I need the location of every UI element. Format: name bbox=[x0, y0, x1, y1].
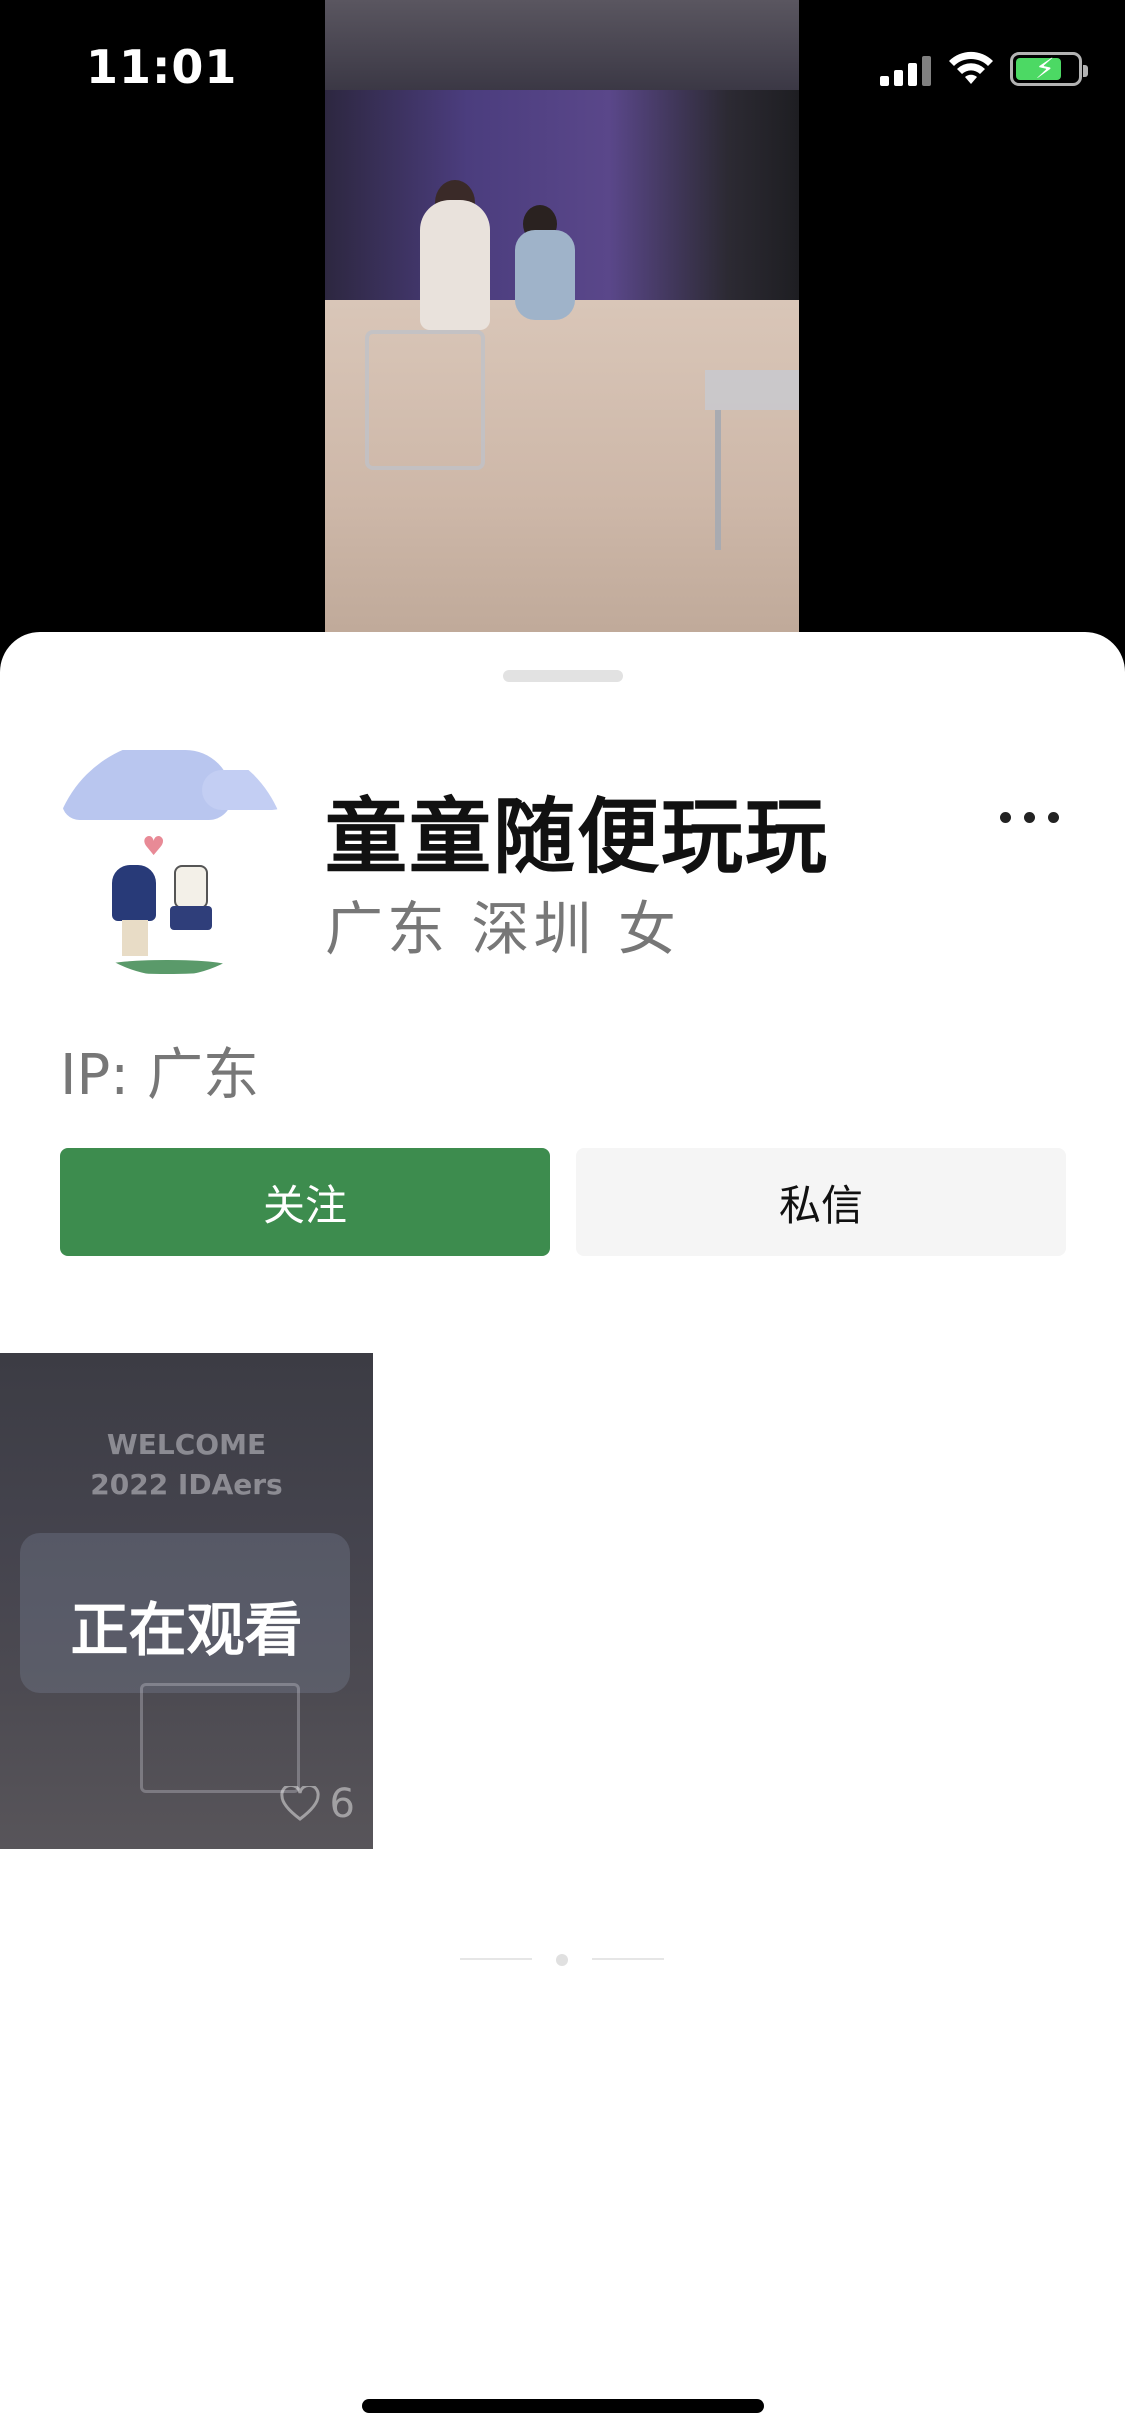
thumbnail-subtext: 2022 IDAers bbox=[90, 1468, 283, 1501]
status-bar: 11:01 ⚡ bbox=[0, 0, 1125, 140]
home-indicator[interactable] bbox=[362, 2399, 764, 2413]
video-desk-leg bbox=[715, 410, 721, 550]
now-watching-label: 正在观看 bbox=[70, 1596, 303, 1664]
wifi-icon bbox=[949, 51, 993, 84]
like-count: 6 bbox=[279, 1781, 355, 1827]
video-chair bbox=[365, 330, 485, 470]
more-dots-icon[interactable] bbox=[1000, 804, 1060, 834]
end-divider bbox=[460, 1958, 532, 1960]
charging-bolt-icon: ⚡ bbox=[1035, 52, 1055, 85]
end-divider-dot bbox=[556, 1954, 568, 1966]
video-person bbox=[515, 230, 575, 320]
profile-location: 广东 深圳 女 bbox=[325, 895, 680, 963]
avatar-figure-legs bbox=[122, 920, 148, 956]
message-button[interactable]: 私信 bbox=[576, 1148, 1066, 1256]
thumbnail-overlay-text: WELCOME 2022 IDAers bbox=[0, 1425, 373, 1505]
heart-icon: ♥ bbox=[142, 832, 166, 862]
heart-outline-icon bbox=[279, 1786, 320, 1821]
follow-button[interactable]: 关注 bbox=[60, 1148, 550, 1256]
avatar-figure bbox=[112, 865, 156, 921]
avatar-figure-skirt bbox=[170, 906, 212, 930]
profile-name: 童童随便玩玩 bbox=[325, 790, 830, 885]
thumbnail-welcome-text: WELCOME bbox=[106, 1428, 267, 1461]
status-time: 11:01 bbox=[86, 40, 238, 94]
like-count-value: 6 bbox=[329, 1781, 355, 1827]
battery-cap bbox=[1083, 65, 1088, 77]
sheet-grabber[interactable] bbox=[503, 670, 623, 682]
battery-charging-icon: ⚡ bbox=[1010, 52, 1088, 86]
video-desk bbox=[705, 370, 799, 410]
cellular-signal-icon bbox=[880, 52, 932, 86]
thumbnail-background-shape bbox=[140, 1683, 300, 1793]
profile-sheet: ♥ 童童随便玩玩 广东 深圳 女 IP: 广东 关注 私信 WELCOME 20… bbox=[0, 632, 1125, 2436]
end-divider bbox=[592, 1958, 664, 1960]
avatar-cloud bbox=[202, 770, 288, 810]
avatar-ground bbox=[102, 960, 232, 974]
avatar-figure bbox=[174, 865, 208, 909]
video-person bbox=[420, 200, 490, 330]
avatar[interactable]: ♥ bbox=[52, 740, 288, 976]
ip-location: IP: 广东 bbox=[60, 1043, 259, 1108]
video-thumbnail[interactable]: WELCOME 2022 IDAers 正在观看 6 bbox=[0, 1353, 373, 1849]
